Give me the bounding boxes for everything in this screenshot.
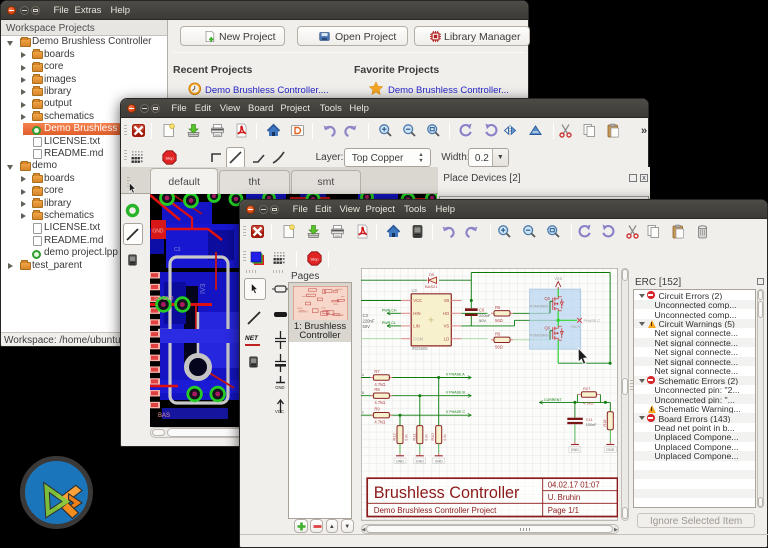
svg-text:HIN: HIN	[413, 311, 420, 316]
svg-text:R6: R6	[495, 331, 501, 336]
svg-text:Q6: Q6	[544, 325, 550, 330]
svg-text:VB: VB	[443, 298, 449, 303]
svg-text:56Ω: 56Ω	[495, 344, 503, 349]
svg-text:GND: GND	[415, 459, 423, 463]
svg-text:VCC: VCC	[413, 298, 422, 303]
svg-text:50V: 50V	[362, 324, 370, 329]
svg-text:100nF: 100nF	[585, 423, 596, 427]
svg-text:IV3: IV3	[200, 283, 207, 294]
svg-text:COM: COM	[413, 336, 423, 341]
svg-text:PSMN5R8-..: PSMN5R8-..	[529, 334, 550, 338]
svg-text:Q5: Q5	[544, 296, 550, 301]
svg-text:6.8k: 6.8k	[443, 434, 447, 441]
svg-text:PAD5: PAD5	[570, 325, 580, 329]
svg-text:56Ω: 56Ω	[495, 318, 503, 323]
svg-text:IR25606: IR25606	[411, 346, 428, 351]
svg-text:LIN: LIN	[413, 324, 420, 329]
svg-text:R27: R27	[583, 386, 591, 391]
svg-text:GND: GND	[434, 459, 442, 463]
svg-text:R10: R10	[430, 432, 435, 440]
svg-text:PWR CH: PWR CH	[381, 309, 396, 313]
svg-text:R8: R8	[374, 387, 380, 392]
svg-text:BAS: BAS	[158, 413, 170, 419]
svg-text:R11: R11	[411, 433, 416, 441]
svg-text:220nF: 220nF	[362, 319, 374, 324]
svg-text:4.7kΩ: 4.7kΩ	[583, 401, 594, 406]
svg-text:CURRENT: CURRENT	[544, 398, 562, 402]
svg-text:GND: GND	[275, 385, 284, 390]
svg-text:V PHASE B: V PHASE B	[445, 391, 465, 395]
svg-text:BAS21: BAS21	[425, 284, 438, 289]
svg-text:C11: C11	[585, 417, 593, 422]
svg-text:D9: D9	[429, 272, 435, 277]
svg-text:04.02.17 01:07: 04.02.17 01:07	[547, 481, 599, 490]
svg-text:R18: R18	[601, 419, 606, 427]
svg-text:VSS: VSS	[554, 277, 562, 281]
svg-text:U3: U3	[411, 288, 417, 293]
svg-text:PHASE C: PHASE C	[583, 319, 600, 323]
svg-text:VCC: VCC	[275, 409, 284, 413]
svg-text:VS: VS	[443, 324, 449, 329]
svg-text:U. Bruhin: U. Bruhin	[547, 493, 580, 502]
svg-text:R12: R12	[391, 432, 396, 440]
svg-text:GND: GND	[152, 228, 164, 234]
svg-text:PWR CL: PWR CL	[381, 321, 395, 325]
svg-text:4.7kΩ: 4.7kΩ	[374, 400, 385, 405]
svg-text:HO: HO	[442, 311, 449, 316]
svg-text:R7: R7	[374, 369, 380, 374]
svg-text:4.7kΩ: 4.7kΩ	[374, 420, 385, 425]
svg-text:R9: R9	[374, 407, 380, 412]
svg-text:Brushless Controller: Brushless Controller	[373, 484, 519, 502]
svg-text:LO: LO	[443, 336, 449, 341]
svg-text:Demo Brushless Controller Proj: Demo Brushless Controller Project	[373, 506, 496, 515]
svg-text:V PHASE C: V PHASE C	[445, 410, 465, 414]
svg-text:GND: GND	[396, 459, 404, 463]
svg-text:C3: C3	[174, 247, 181, 253]
svg-text:50V: 50V	[479, 318, 486, 323]
svg-text:GND: GND	[606, 448, 614, 452]
svg-text:C3: C3	[362, 313, 368, 318]
svg-text:PSMN5R8-..: PSMN5R8-..	[529, 304, 550, 308]
svg-text:SD GND: SD GND	[154, 296, 174, 302]
svg-text:GND: GND	[570, 448, 578, 452]
svg-text:Page 1/1: Page 1/1	[547, 506, 578, 515]
svg-text:V PHASE A: V PHASE A	[445, 372, 464, 376]
svg-text:6.8k: 6.8k	[404, 434, 408, 441]
svg-text:R5: R5	[495, 305, 501, 310]
svg-text:C: C	[361, 411, 364, 415]
svg-text:6.8k: 6.8k	[424, 434, 428, 441]
